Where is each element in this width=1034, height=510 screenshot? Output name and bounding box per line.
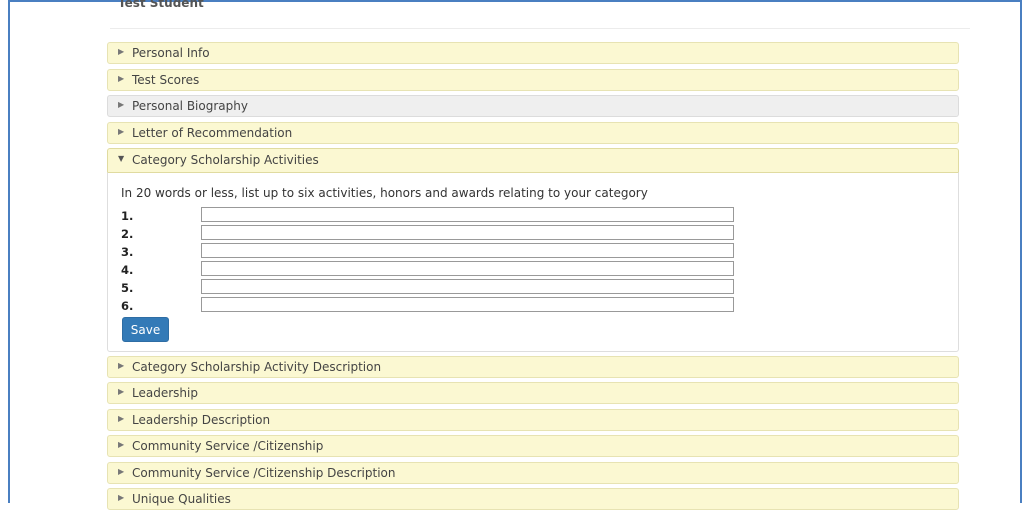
accordion-label: Community Service /Citizenship	[132, 439, 324, 453]
accordion-label: Leadership	[132, 386, 198, 400]
accordion-label: Category Scholarship Activities	[132, 153, 319, 167]
accordion-test-scores[interactable]: ▶ Test Scores	[107, 69, 959, 91]
accordion-label: Test Scores	[132, 73, 200, 87]
row-number: 6.	[121, 299, 134, 313]
instruction-text: In 20 words or less, list up to six acti…	[121, 186, 648, 200]
accordion-letter-of-recommendation[interactable]: ▶ Letter of Recommendation	[107, 122, 959, 144]
caret-right-icon: ▶	[118, 47, 125, 56]
caret-right-icon: ▶	[118, 127, 125, 136]
row-number: 4.	[121, 263, 134, 277]
row-number: 3.	[121, 245, 134, 259]
activity-input-6[interactable]	[201, 297, 734, 312]
row-number: 5.	[121, 281, 134, 295]
activity-input-4[interactable]	[201, 261, 734, 276]
caret-right-icon: ▶	[118, 100, 125, 109]
accordion-category-scholarship-activity-description[interactable]: ▶ Category Scholarship Activity Descript…	[107, 356, 959, 378]
caret-right-icon: ▶	[118, 440, 125, 449]
caret-right-icon: ▶	[118, 467, 125, 476]
accordion-label: Category Scholarship Activity Descriptio…	[132, 360, 382, 374]
activity-row: 1.	[121, 207, 741, 224]
activity-row: 2.	[121, 225, 741, 242]
page-header-title: Test Student	[118, 0, 204, 10]
accordion-label: Unique Qualities	[132, 492, 231, 506]
activity-input-1[interactable]	[201, 207, 734, 222]
accordion-label: Community Service /Citizenship Descripti…	[132, 466, 396, 480]
caret-right-icon: ▶	[118, 493, 125, 502]
activity-row: 5.	[121, 279, 741, 296]
accordion-label: Letter of Recommendation	[132, 126, 293, 140]
activity-input-5[interactable]	[201, 279, 734, 294]
activity-row: 3.	[121, 243, 741, 260]
caret-down-icon: ▼	[118, 154, 125, 163]
accordion-label: Personal Info	[132, 46, 210, 60]
accordion-community-service-description[interactable]: ▶ Community Service /Citizenship Descrip…	[107, 462, 959, 484]
row-number: 2.	[121, 227, 134, 241]
accordion-body: In 20 words or less, list up to six acti…	[107, 172, 959, 352]
row-number: 1.	[121, 209, 134, 223]
activity-row: 6.	[121, 297, 741, 314]
accordion-unique-qualities[interactable]: ▶ Unique Qualities	[107, 488, 959, 510]
caret-right-icon: ▶	[118, 387, 125, 396]
caret-right-icon: ▶	[118, 74, 125, 83]
accordion-leadership-description[interactable]: ▶ Leadership Description	[107, 409, 959, 431]
accordion-community-service[interactable]: ▶ Community Service /Citizenship	[107, 435, 959, 457]
save-button[interactable]: Save	[122, 317, 169, 342]
accordion-label: Personal Biography	[132, 99, 248, 113]
accordion-category-scholarship-activities[interactable]: ▼ Category Scholarship Activities	[107, 148, 959, 172]
caret-right-icon: ▶	[118, 414, 125, 423]
accordion-personal-biography[interactable]: ▶ Personal Biography	[107, 95, 959, 117]
caret-right-icon: ▶	[118, 361, 125, 370]
page-header: Test Student	[110, 0, 970, 29]
accordion-leadership[interactable]: ▶ Leadership	[107, 382, 959, 404]
activity-input-3[interactable]	[201, 243, 734, 258]
accordion-personal-info[interactable]: ▶ Personal Info	[107, 42, 959, 64]
activity-input-2[interactable]	[201, 225, 734, 240]
activity-row: 4.	[121, 261, 741, 278]
accordion-label: Leadership Description	[132, 413, 271, 427]
